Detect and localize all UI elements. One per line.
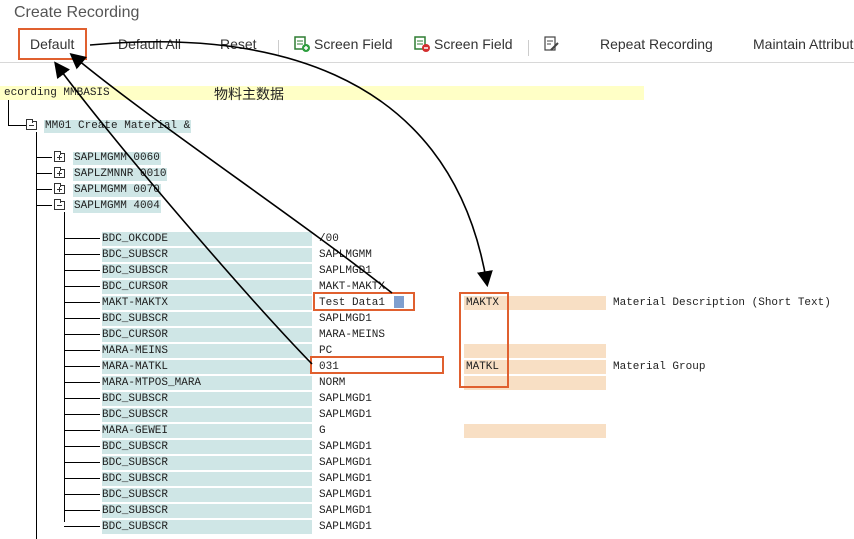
arrow-default-to-maktx — [89, 41, 493, 288]
annotation-arrows — [54, 41, 493, 365]
arrow-matkl-to-default — [54, 61, 313, 365]
arrow-maktx-to-default — [69, 52, 393, 294]
